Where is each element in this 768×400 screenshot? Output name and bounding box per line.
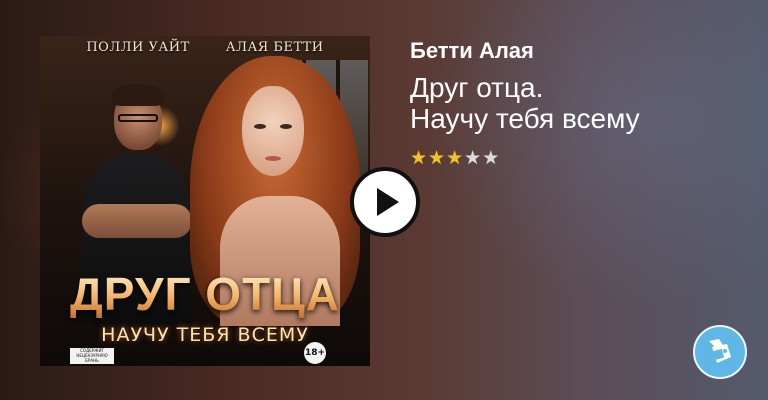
cover-author-1: ПОЛЛИ УАЙТ <box>86 40 190 55</box>
star-rating: ★ ★ ★ ★ ★ <box>410 148 499 168</box>
play-button[interactable] <box>350 167 420 237</box>
play-icon <box>377 188 399 216</box>
mascot-icon <box>709 339 731 363</box>
star-empty-icon: ★ <box>482 147 500 169</box>
cover-authors: ПОЛЛИ УАЙТ АЛАЯ БЕТТИ <box>40 40 370 55</box>
book-author[interactable]: Бетти Алая <box>410 38 534 64</box>
book-cover[interactable]: ПОЛЛИ УАЙТ АЛАЯ БЕТТИ ДРУГ ОТЦА НАУЧУ ТЕ… <box>40 36 370 366</box>
book-title: Друг отца. Научу тебя всему <box>410 72 750 134</box>
cover-author-2: АЛАЯ БЕТТИ <box>225 40 324 55</box>
cover-warning-label: СОДЕРЖИТ НЕЦЕНЗУРНУЮ БРАНЬ <box>70 348 114 364</box>
book-title-line-2: Научу тебя всему <box>410 103 640 134</box>
star-empty-icon: ★ <box>464 147 482 169</box>
book-title-line-1: Друг отца. <box>410 72 544 103</box>
cover-title: ДРУГ ОТЦА <box>40 270 370 318</box>
star-full-icon: ★ <box>428 147 446 169</box>
mascot-button[interactable] <box>693 325 747 379</box>
star-full-icon: ★ <box>446 147 464 169</box>
age-rating-badge: 18+ <box>304 342 326 364</box>
star-full-icon: ★ <box>410 147 428 169</box>
